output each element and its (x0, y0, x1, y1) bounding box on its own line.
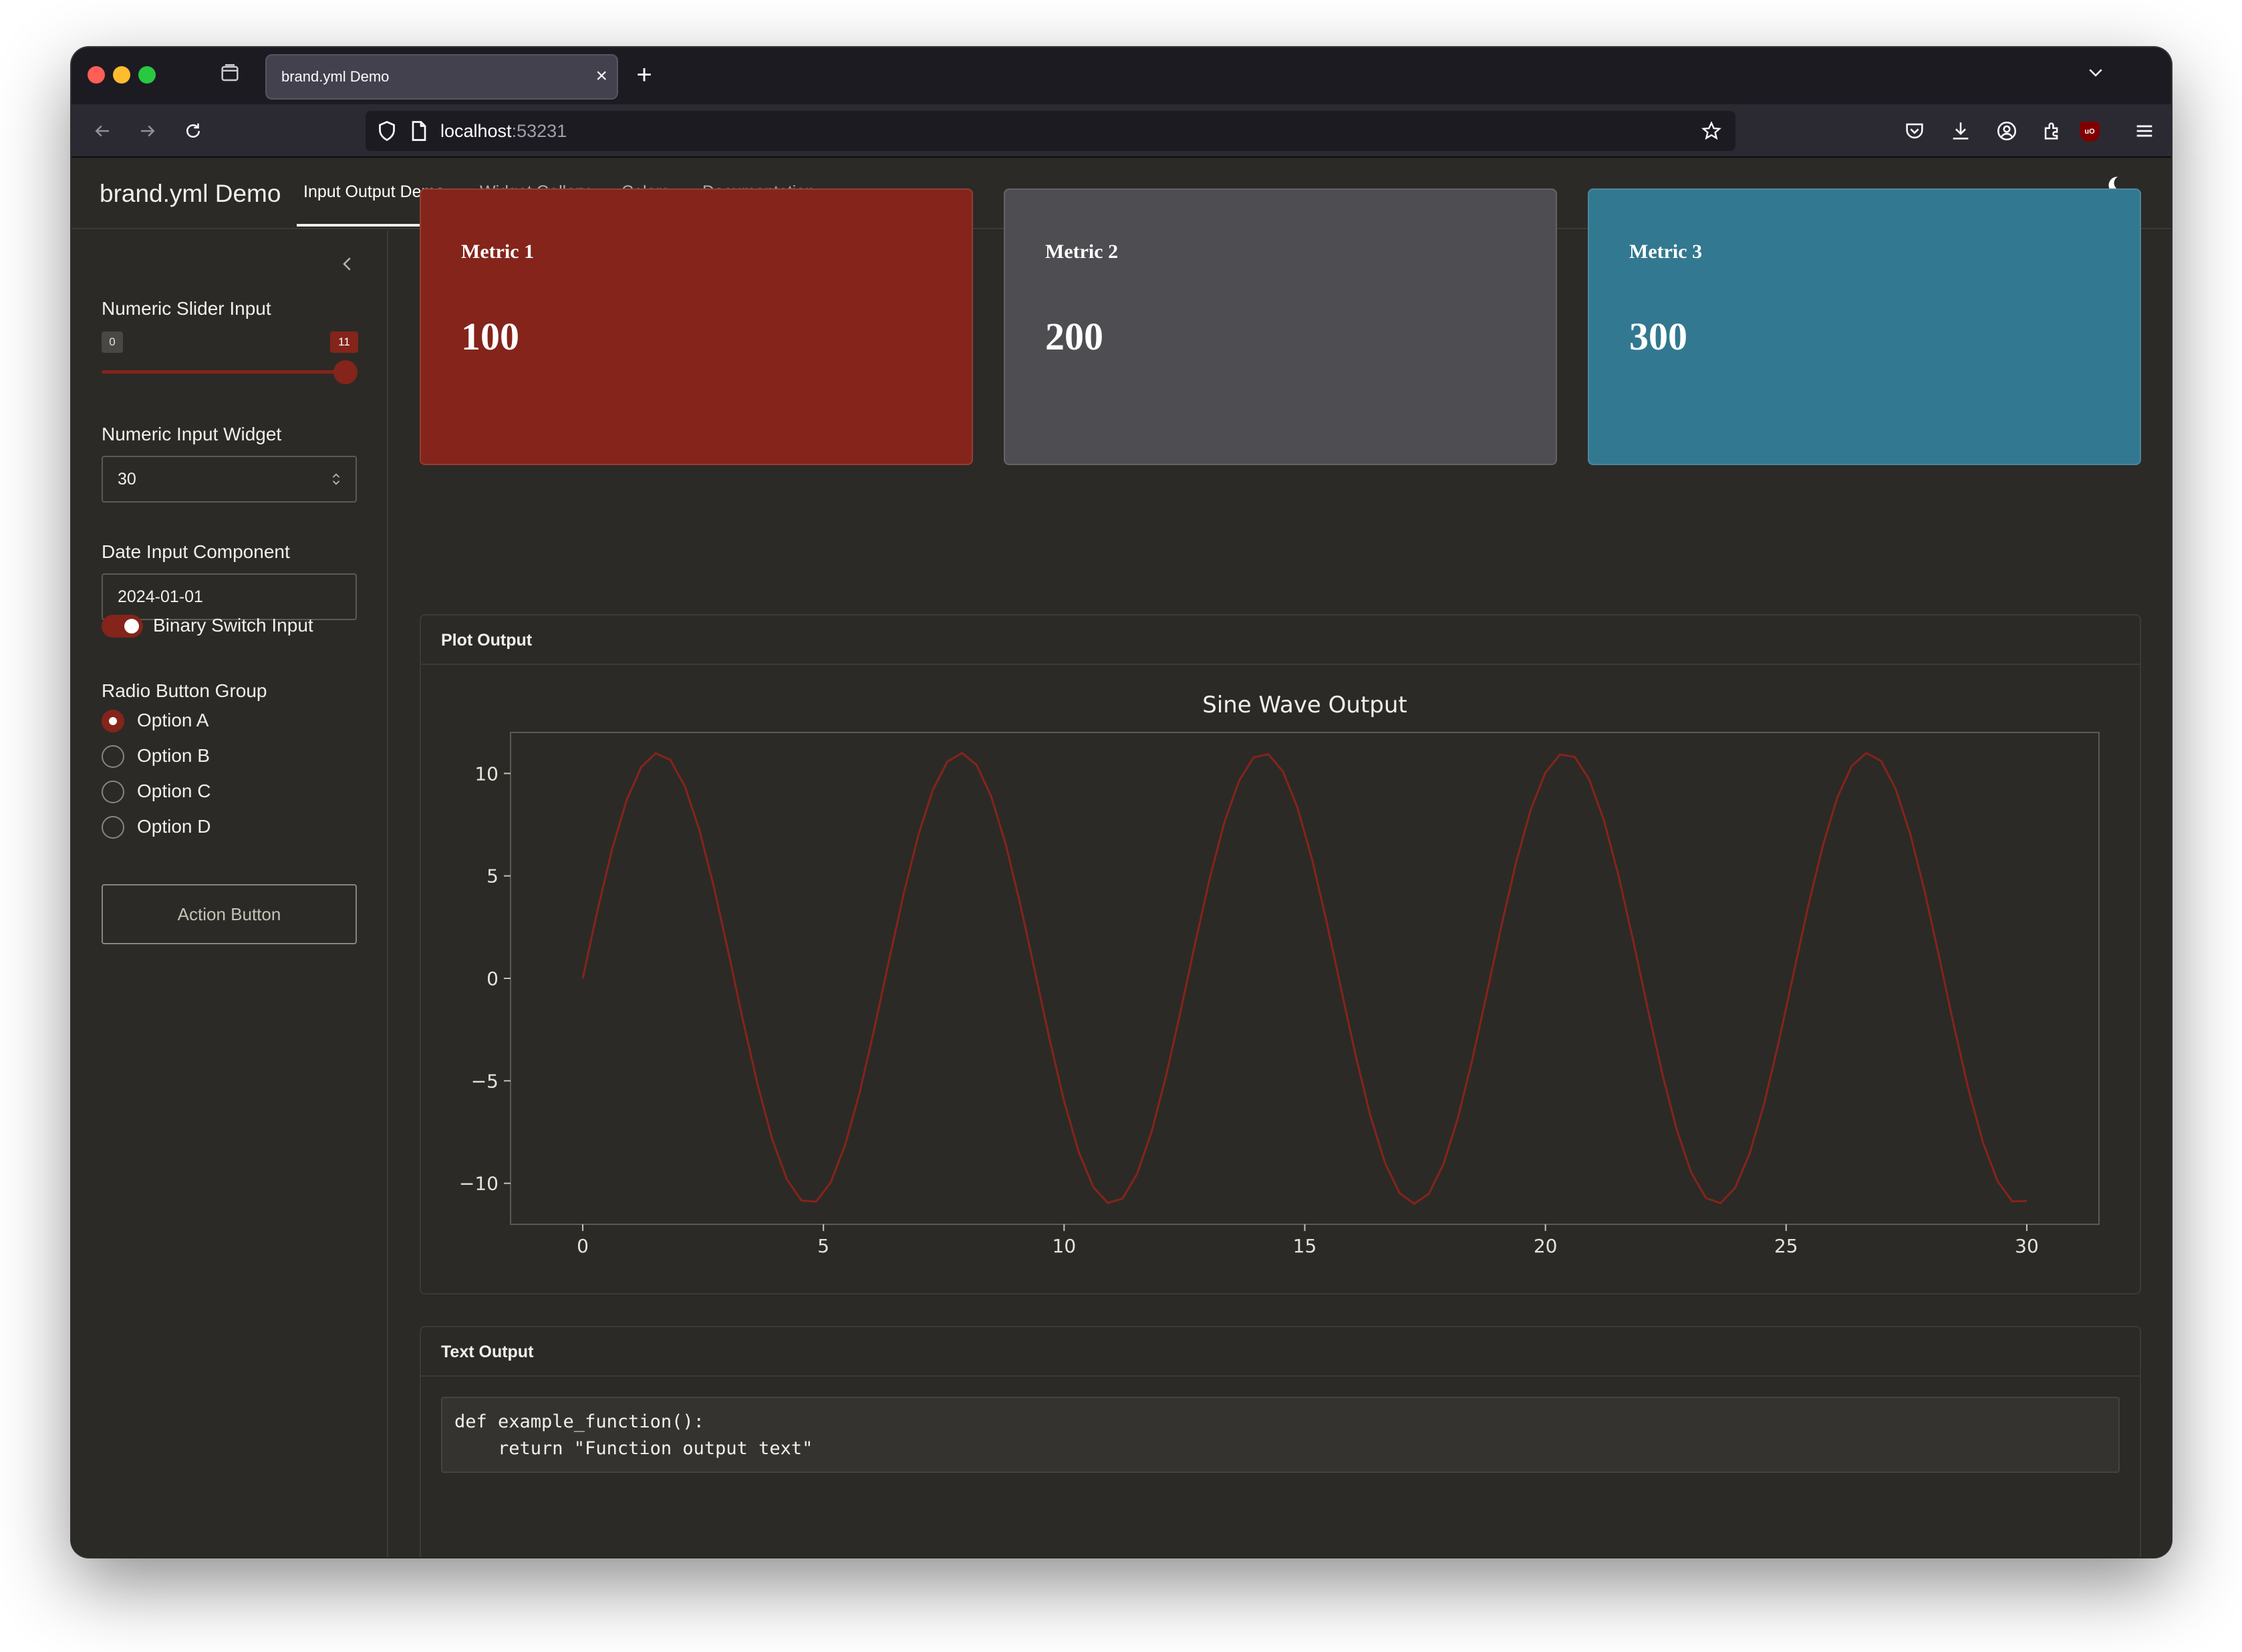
y-tick-label: 10 (474, 763, 499, 785)
x-tick-label: 0 (577, 1235, 589, 1257)
pocket-icon[interactable] (1897, 114, 1932, 148)
bookmark-star-icon[interactable] (1695, 115, 1727, 147)
slider-track[interactable] (102, 370, 347, 374)
plot-area-frame (510, 732, 2100, 1225)
slider-handle[interactable] (333, 360, 358, 384)
extensions-icon[interactable] (2035, 114, 2070, 148)
x-tick-label: 5 (817, 1235, 829, 1257)
y-tick-label: −10 (459, 1173, 499, 1195)
code-line-2: return "Function output text" (454, 1438, 813, 1459)
new-tab-button[interactable]: + (626, 57, 662, 93)
y-tick-label: 5 (486, 865, 499, 887)
tab-close-icon[interactable]: × (595, 55, 607, 97)
x-tick-label: 30 (2015, 1235, 2039, 1257)
chevron-down-icon[interactable] (2080, 61, 2111, 92)
address-bar[interactable]: localhost:53231 (366, 111, 1735, 151)
metric-3-title: Metric 3 (1629, 241, 1703, 263)
collapse-sidebar-chevron-icon[interactable] (332, 249, 363, 279)
metric-2-card: Metric 2 200 (1004, 188, 1557, 465)
code-output-block: def example_function(): return "Function… (441, 1397, 2120, 1473)
numeric-input-value: 30 (118, 470, 136, 489)
shield-icon[interactable] (375, 119, 399, 143)
slider-value-badge: 11 (330, 331, 358, 353)
tab-overview-icon[interactable] (217, 62, 243, 88)
metric-1-value: 100 (461, 315, 519, 358)
switch-label: Binary Switch Input (153, 615, 313, 636)
app-content: brand.yml Demo Input Output Demo Widget … (72, 158, 2171, 1557)
date-input-value: 2024-01-01 (118, 587, 203, 606)
radio-label-option-b[interactable]: Option B (137, 745, 210, 767)
slider-label: Numeric Slider Input (102, 298, 271, 319)
x-tick-label: 20 (1534, 1235, 1558, 1257)
date-input-label: Date Input Component (102, 541, 290, 562)
text-card-header: Text Output (421, 1327, 2140, 1377)
reload-icon[interactable] (176, 114, 211, 148)
metric-2-title: Metric 2 (1045, 241, 1119, 263)
minimize-window-button[interactable] (113, 66, 130, 84)
code-line-1: def example_function(): (454, 1411, 704, 1432)
x-tick-label: 15 (1293, 1235, 1317, 1257)
radio-label-option-d[interactable]: Option D (137, 816, 211, 837)
metric-2-value: 200 (1045, 315, 1103, 358)
tab-bar: brand.yml Demo × + (72, 47, 2171, 104)
hamburger-menu-icon[interactable] (2127, 114, 2162, 148)
tab-title: brand.yml Demo (281, 68, 390, 85)
sidebar: Numeric Slider Input 0 11 Numeric Input … (72, 230, 388, 1557)
action-button[interactable]: Action Button (102, 884, 357, 944)
ublock-shield-icon[interactable]: uO (2080, 122, 2100, 142)
metric-1-card: Metric 1 100 (420, 188, 973, 465)
download-icon[interactable] (1943, 114, 1978, 148)
back-arrow-icon[interactable] (85, 114, 120, 148)
radio-label-option-c[interactable]: Option C (137, 781, 211, 802)
x-tick-label: 25 (1774, 1235, 1798, 1257)
sine-series-line (581, 751, 2027, 1206)
metric-1-title: Metric 1 (461, 241, 535, 263)
y-tick-label: −5 (471, 1070, 499, 1092)
radio-group-label: Radio Button Group (102, 680, 267, 701)
account-icon[interactable] (1989, 114, 2024, 148)
forward-arrow-icon[interactable] (130, 114, 165, 148)
sine-wave-chart: Sine Wave Output 0 5 10 15 20 25 30 10 5 0 −5 −10 (459, 692, 2100, 1257)
stepper-chevrons-icon[interactable] (329, 457, 343, 506)
plot-card-header: Plot Output (421, 615, 2140, 665)
plot-output-card: Plot Output Sine Wave Output 0 5 10 15 20 25 30… (420, 614, 2141, 1294)
switch-knob (124, 619, 139, 634)
binary-switch-toggle[interactable] (102, 615, 143, 638)
x-tick-label: 10 (1053, 1235, 1077, 1257)
navigation-toolbar: localhost:53231 uO (72, 104, 2171, 158)
y-tick-label: 0 (486, 968, 499, 990)
radio-option-d[interactable] (102, 816, 124, 839)
close-window-button[interactable] (88, 66, 105, 84)
radio-option-c[interactable] (102, 781, 124, 803)
page-icon[interactable] (407, 119, 431, 143)
text-output-card: Text Output def example_function(): retu… (420, 1326, 2141, 1557)
brand-title[interactable]: brand.yml Demo (100, 158, 281, 229)
browser-tab[interactable]: brand.yml Demo × (267, 55, 617, 98)
browser-window: brand.yml Demo × + localhost:53231 uO br… (72, 47, 2171, 1557)
chart-title: Sine Wave Output (1202, 692, 1407, 718)
numeric-input-label: Numeric Input Widget (102, 424, 282, 444)
numeric-input-field[interactable]: 30 (102, 456, 357, 503)
url-text[interactable]: localhost:53231 (440, 111, 567, 151)
radio-option-a[interactable] (102, 710, 124, 732)
radio-option-b[interactable] (102, 745, 124, 768)
metric-3-card: Metric 3 300 (1588, 188, 2141, 465)
date-input-field[interactable]: 2024-01-01 (102, 573, 357, 620)
maximize-window-button[interactable] (138, 66, 156, 84)
slider-min-label: 0 (102, 331, 123, 353)
radio-label-option-a[interactable]: Option A (137, 710, 208, 731)
metric-3-value: 300 (1629, 315, 1687, 358)
